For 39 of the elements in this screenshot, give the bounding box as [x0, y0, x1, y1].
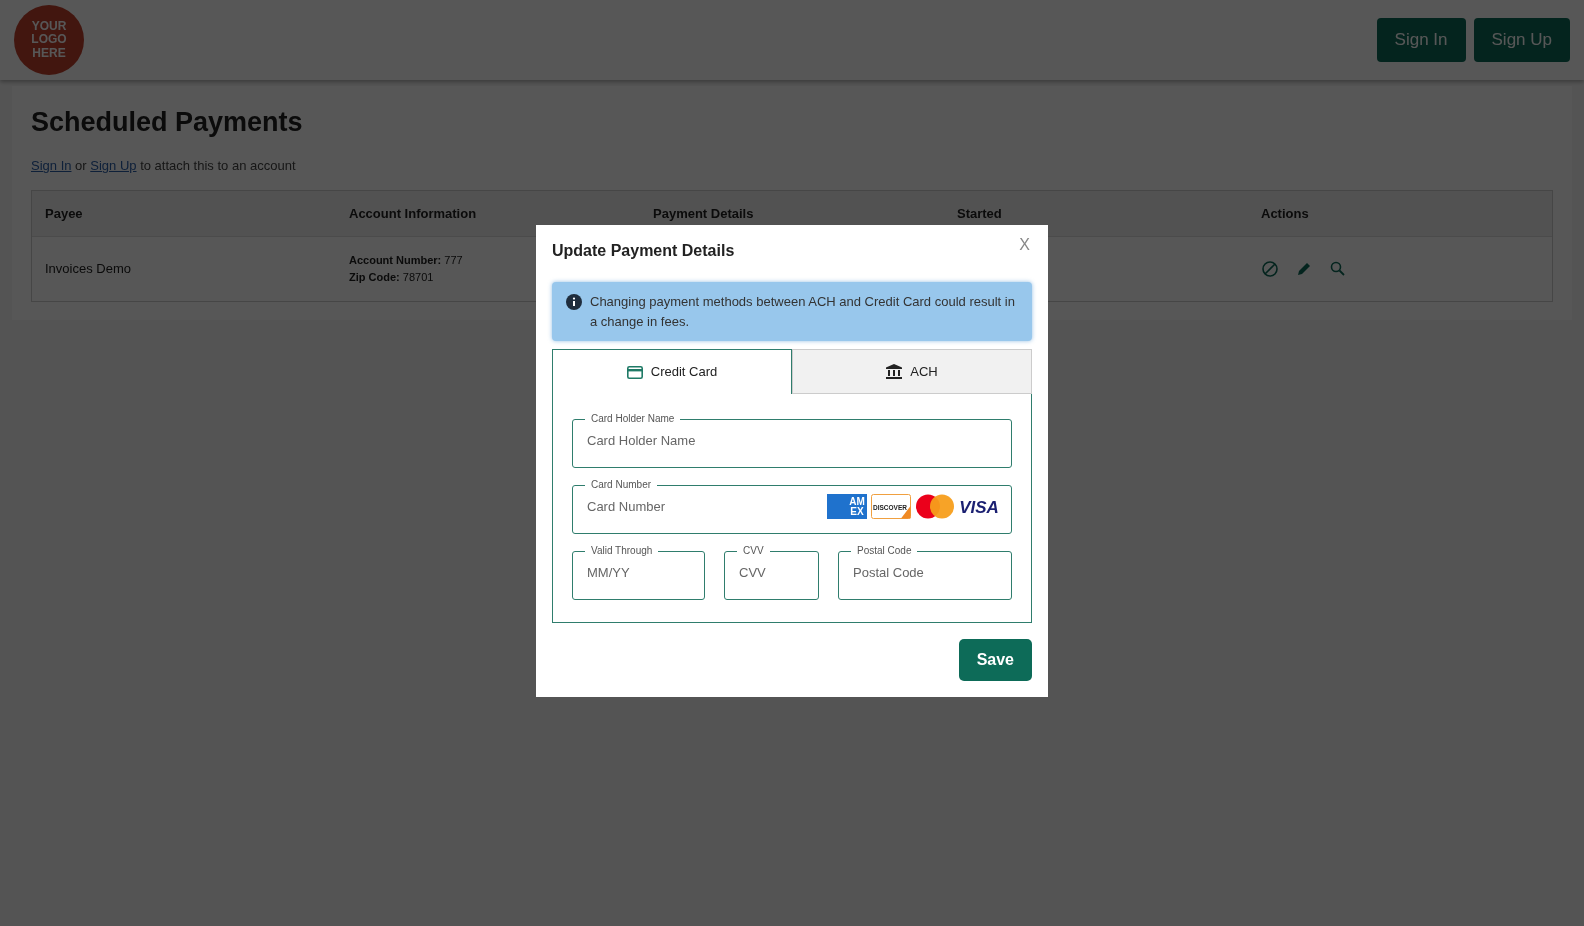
field-label: Card Holder Name: [590, 414, 676, 425]
amex-logo: AM EX: [827, 493, 867, 519]
logo: YOUR LOGO HERE: [14, 5, 84, 75]
visa-logo: VISA: [959, 493, 999, 519]
input-field[interactable]: Card Holder Name Card Holder Name: [572, 414, 1012, 469]
search-icon[interactable]: [1329, 259, 1347, 278]
sign-in-note: Sign In or Sign Up to attach this to an account: [31, 157, 297, 176]
close-button[interactable]: X: [1015, 233, 1034, 257]
tab[interactable]: ACH: [792, 349, 1032, 395]
alert-text: Changing payment methods between ACH and Credit Card could result in a change in fees.: [590, 293, 1016, 331]
bank-icon: [886, 364, 903, 380]
field-label: Valid Through: [590, 546, 654, 557]
save-button[interactable]: Save: [958, 639, 1032, 682]
input-field[interactable]: Valid Through MM/YY: [572, 546, 705, 601]
field-label: Card Number: [590, 480, 653, 491]
text-input[interactable]: CVV: [737, 556, 806, 589]
input-field[interactable]: Postal Code Postal Code: [838, 546, 1012, 601]
field-label: CVV: [742, 546, 765, 557]
credit-card-icon: [626, 365, 643, 379]
tab[interactable]: Credit Card: [552, 349, 792, 395]
column-header: Started: [956, 204, 1003, 223]
account-info-text: Zip Code: 78701: [349, 269, 435, 285]
column-header: Actions: [1260, 204, 1310, 223]
page-title: Scheduled Payments: [31, 106, 304, 139]
column-header: Payee: [44, 204, 84, 223]
account-info-text: Account Number: 777: [349, 253, 464, 269]
column-header: Account Information: [348, 204, 478, 223]
dialog-title: Update Payment Details: [552, 241, 735, 261]
text-input[interactable]: Card Number: [585, 490, 827, 523]
text-input[interactable]: Postal Code: [851, 556, 999, 589]
mastercard-logo: [915, 493, 955, 519]
input-field[interactable]: CVV CVV: [724, 546, 819, 601]
text-input[interactable]: MM/YY: [585, 556, 692, 589]
column-header: Payment Details: [652, 204, 755, 223]
cancel-icon[interactable]: [1261, 259, 1279, 278]
text-input[interactable]: Card Holder Name: [585, 424, 999, 457]
info-icon: [566, 294, 582, 311]
table-cell-text: Invoices Demo: [44, 260, 132, 279]
field-label: Postal Code: [856, 546, 913, 557]
